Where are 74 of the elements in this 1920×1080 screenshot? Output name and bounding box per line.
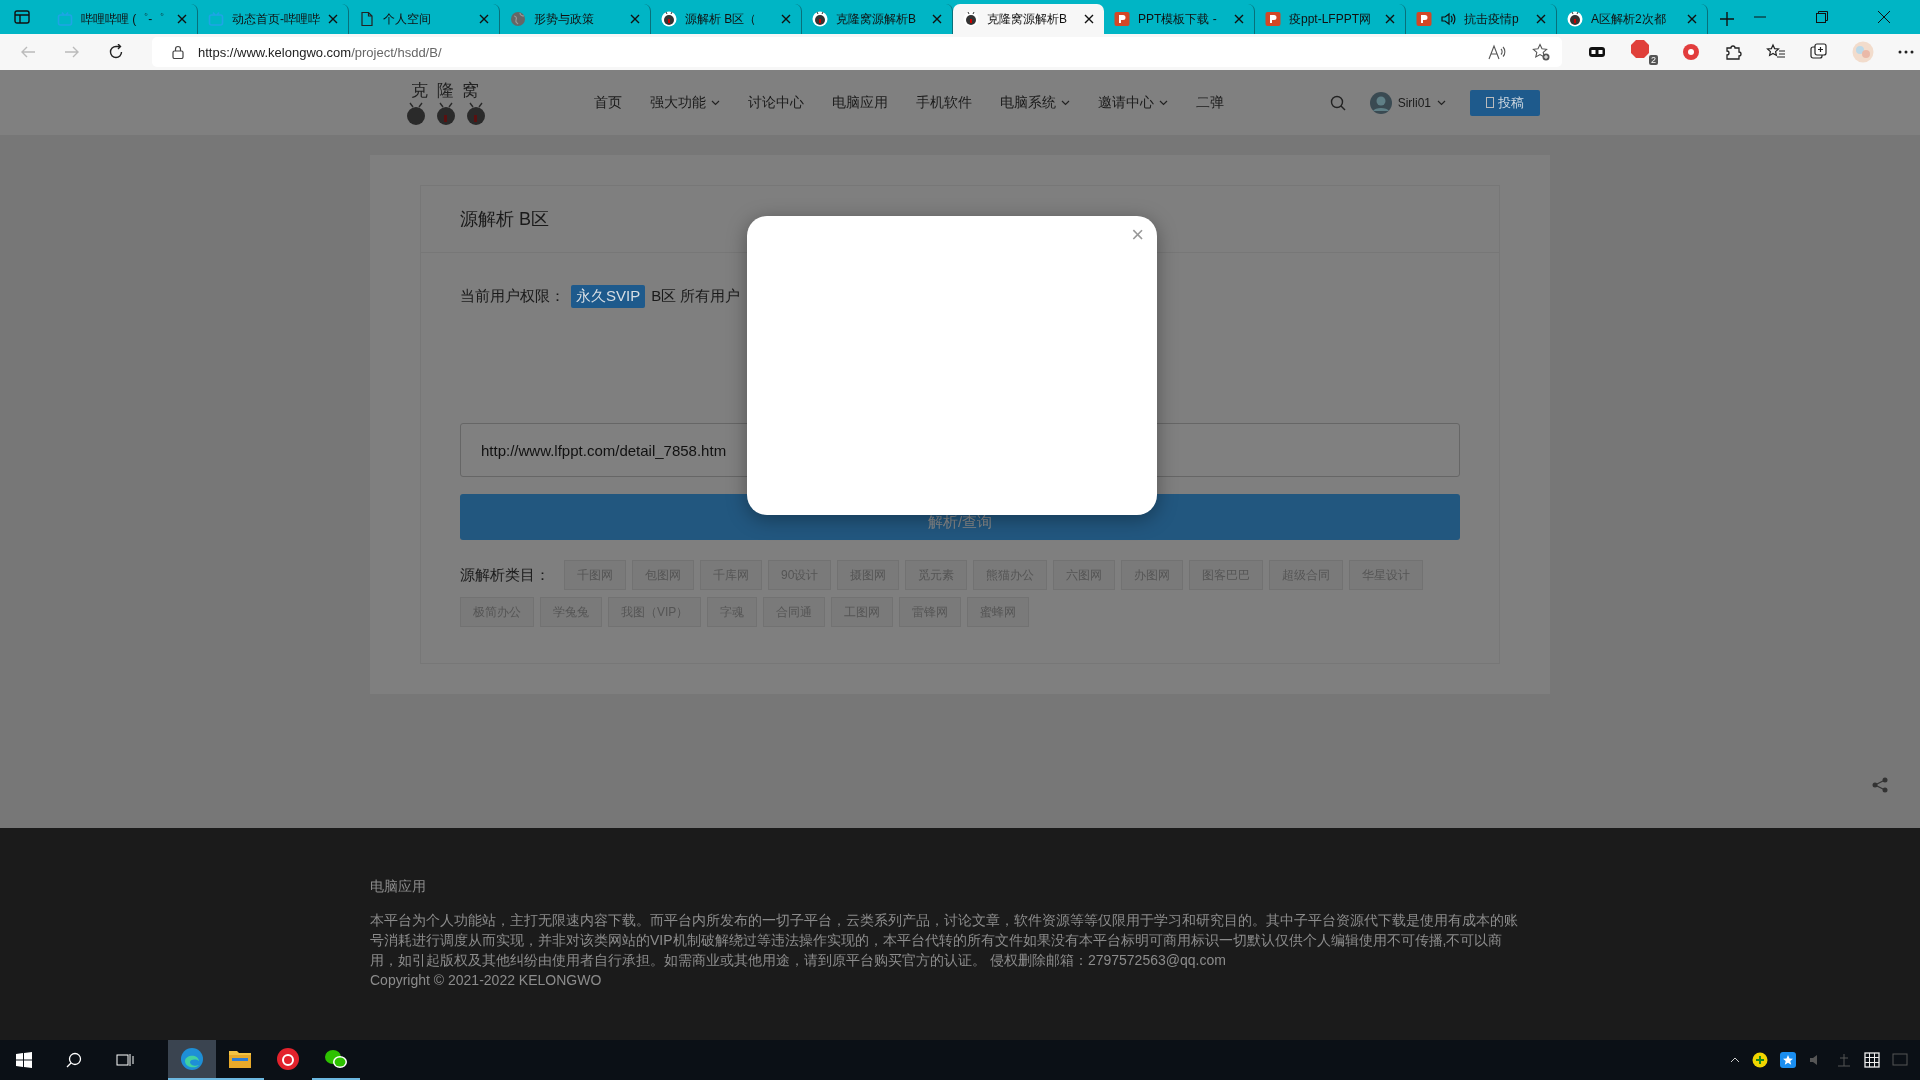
nav-link[interactable]: 首页: [594, 93, 622, 112]
presentation-icon: [1416, 11, 1432, 27]
category-label: 源解析类目：: [460, 565, 550, 585]
add-favorite-icon[interactable]: [1532, 43, 1550, 61]
bomb-icon: [661, 11, 677, 27]
puzzle-icon[interactable]: [1724, 43, 1742, 61]
user-menu[interactable]: Sirli01: [1369, 91, 1446, 114]
favorites-icon[interactable]: [1766, 43, 1786, 61]
nav-link[interactable]: 电脑应用: [832, 93, 888, 112]
close-icon[interactable]: [1878, 11, 1890, 23]
close-icon[interactable]: [932, 14, 942, 24]
disclaimer-text: 本平台为个人功能站，主打无限速内容下载。而平台内所发布的一切子平台，云类系列产品，讨论文章，软件资源等等仅限用于学习和研究目的。其中子平台资源代下载是使用有成本的账号消耗进行调度从而实现，并非对该类网站的VIP机制破解绕过等违法操作实现的，本平台代转的所有文件如果没有本平台标明可商用标识一切默认仅供个人编辑使用不可传播,不可以商用，如引起版权及其他纠纷由使用者自行承担。如需商业或其他用途，请到原平台购买官方的认证。 侵权删除邮箱：2797572563@qq.com: [370, 911, 1519, 970]
nav-link[interactable]: 强大功能: [650, 93, 720, 112]
star-app-icon[interactable]: [1780, 1052, 1796, 1068]
presentation-icon: [1265, 11, 1281, 27]
nav-link[interactable]: 邀请中心: [1098, 93, 1168, 112]
globe-icon: [510, 11, 526, 27]
close-icon[interactable]: [1687, 14, 1697, 24]
sidebar-icon[interactable]: [14, 9, 30, 25]
document-icon: [359, 11, 375, 27]
tv-icon: [208, 11, 224, 27]
close-icon[interactable]: [781, 14, 791, 24]
caret-icon: [1159, 99, 1168, 106]
address-field[interactable]: https://www.kelongwo.com/project/hsdd/B/: [152, 37, 1562, 67]
caret-icon: [1437, 99, 1446, 106]
close-icon[interactable]: [1084, 14, 1094, 24]
copyright-text: Copyright © 2021-2022 KELONGWO: [370, 971, 603, 990]
more-icon[interactable]: [1898, 50, 1914, 54]
read-aloud-icon[interactable]: [1488, 44, 1506, 60]
panel-title: 源解析 B区: [460, 208, 549, 231]
close-icon[interactable]: [328, 14, 338, 24]
tv-icon: [57, 11, 73, 27]
nav-link[interactable]: 二弹: [1196, 93, 1224, 112]
presentation-icon: [1114, 11, 1130, 27]
close-button[interactable]: ×: [1128, 223, 1147, 247]
permission-note: B区 所有用户: [651, 287, 741, 306]
windows-icon[interactable]: [16, 1052, 32, 1068]
collections-icon[interactable]: [1810, 43, 1828, 61]
browser-icon[interactable]: [168, 1040, 216, 1080]
bomb-icon: [1567, 11, 1583, 27]
new-tab-icon[interactable]: [1720, 12, 1734, 26]
nav-link[interactable]: 讨论中心: [748, 93, 804, 112]
input-method-icon[interactable]: [1864, 1052, 1880, 1068]
chevron-up-icon[interactable]: [1730, 1057, 1740, 1063]
task-view-icon[interactable]: [116, 1052, 134, 1068]
membership-badge: 永久SVIP: [571, 285, 646, 308]
caret-icon: [1061, 99, 1070, 106]
nav-link[interactable]: 手机软件: [916, 93, 972, 112]
browser-tab[interactable]: 克隆窝源解析B: [953, 4, 1104, 34]
speaker-icon[interactable]: [1440, 11, 1456, 27]
footer-heading: 电脑应用: [370, 878, 427, 896]
share-icon[interactable]: [1872, 777, 1888, 793]
lock-icon: [172, 45, 184, 59]
glasses-icon[interactable]: [1588, 45, 1606, 59]
close-icon[interactable]: [1385, 14, 1395, 24]
nav-link[interactable]: 电脑系统: [1000, 93, 1070, 112]
permission-label: 当前用户权限：: [460, 287, 565, 306]
caret-icon: [711, 99, 720, 106]
close-icon[interactable]: [479, 14, 489, 24]
record-icon[interactable]: [1682, 43, 1700, 61]
close-icon[interactable]: [177, 14, 187, 24]
search-icon[interactable]: [66, 1052, 82, 1068]
restore-icon[interactable]: [1816, 11, 1828, 23]
close-icon[interactable]: [630, 14, 640, 24]
close-icon[interactable]: [1234, 14, 1244, 24]
close-icon[interactable]: [1536, 14, 1546, 24]
plus-circle-icon[interactable]: [1752, 1052, 1768, 1068]
square-icon: [1486, 97, 1494, 108]
logo-text[interactable]: 克 隆 窝: [411, 79, 481, 102]
submit-button[interactable]: 投稿: [1470, 89, 1540, 116]
bomb-icon: [812, 11, 828, 27]
reload-icon[interactable]: [108, 44, 124, 60]
bomb-icon: [963, 11, 979, 27]
avatar-icon: [1369, 91, 1392, 114]
